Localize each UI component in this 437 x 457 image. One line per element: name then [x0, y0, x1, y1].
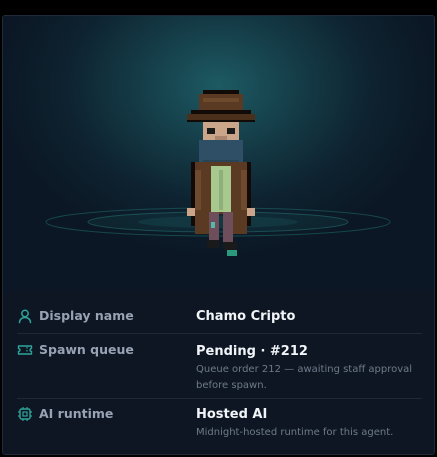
detail-note: Queue order 212 — awaiting staff approva…	[196, 364, 413, 391]
ticket-icon	[17, 342, 33, 358]
detail-label: Display name	[39, 308, 134, 323]
character-stage	[3, 16, 434, 291]
detail-value: Hosted AI	[196, 407, 268, 422]
divider	[17, 333, 422, 334]
detail-label: AI runtime	[39, 406, 114, 421]
detail-value: Pending · #212	[196, 344, 308, 359]
pixel-character-sprite	[187, 90, 255, 256]
detail-label: Spawn queue	[39, 342, 134, 357]
chip-icon	[17, 406, 33, 422]
user-icon	[17, 308, 33, 324]
agent-details: Display name Chamo Cripto Spawn queue Pe…	[3, 291, 434, 454]
detail-note: Midnight-hosted runtime for this agent.	[196, 427, 394, 438]
divider	[17, 398, 422, 399]
detail-value: Chamo Cripto	[196, 309, 296, 324]
agent-card: Display name Chamo Cripto Spawn queue Pe…	[2, 15, 435, 455]
